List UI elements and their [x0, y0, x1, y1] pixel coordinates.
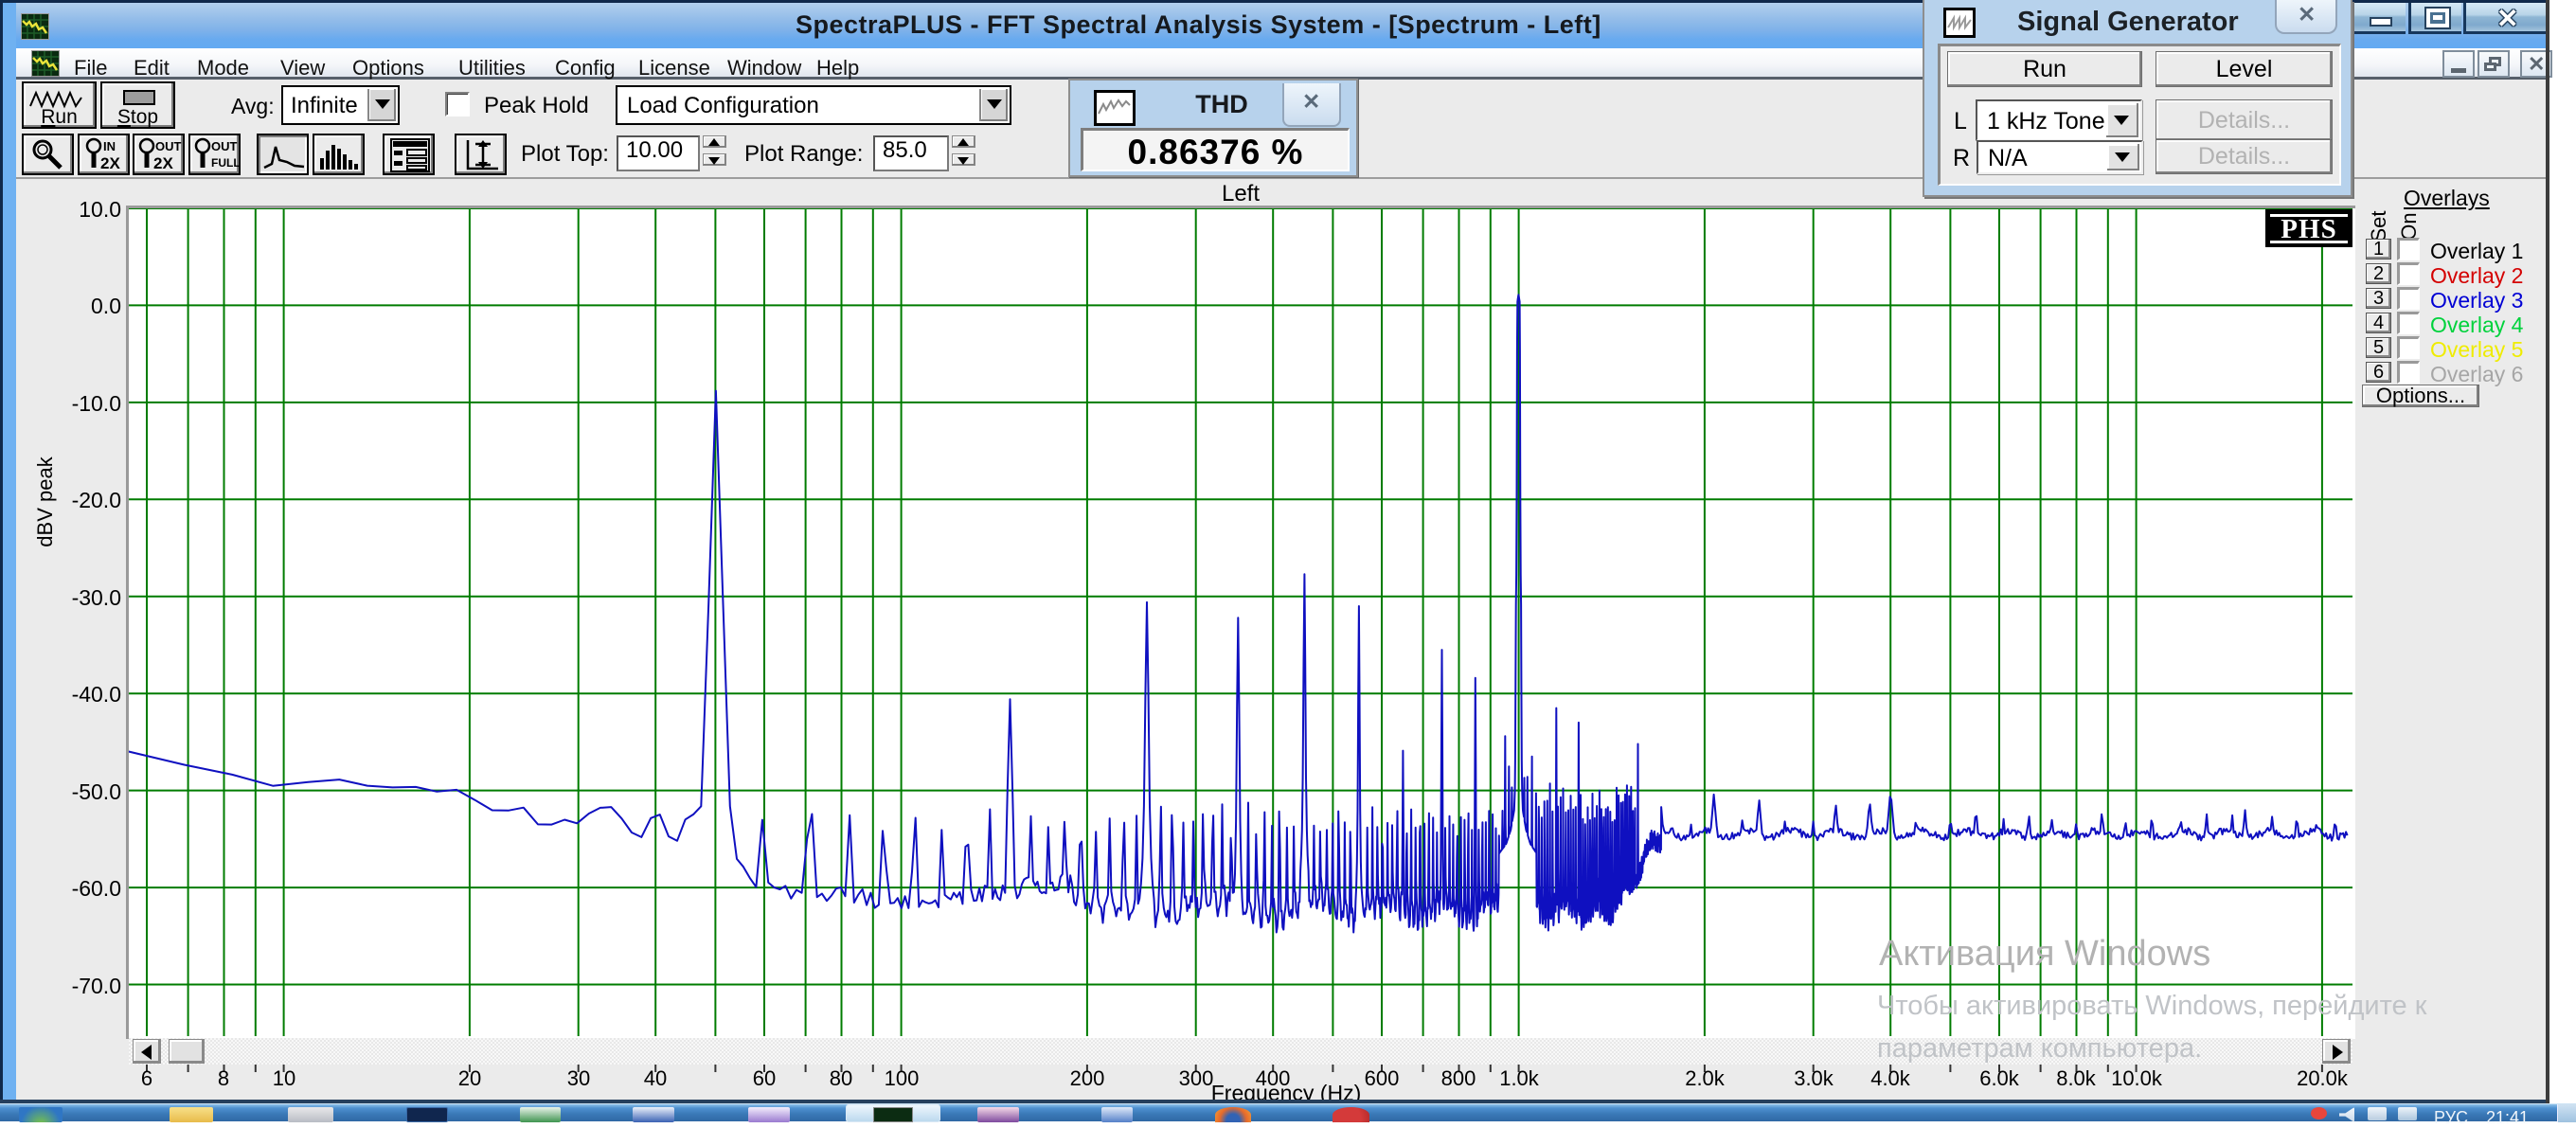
svg-text:FULL: FULL: [211, 156, 240, 170]
svg-text:OUT: OUT: [211, 139, 238, 153]
svg-text:2X: 2X: [153, 154, 173, 172]
svg-text:2X: 2X: [100, 154, 120, 172]
svg-text:OUT: OUT: [155, 139, 182, 153]
svg-text:IN: IN: [103, 139, 116, 153]
